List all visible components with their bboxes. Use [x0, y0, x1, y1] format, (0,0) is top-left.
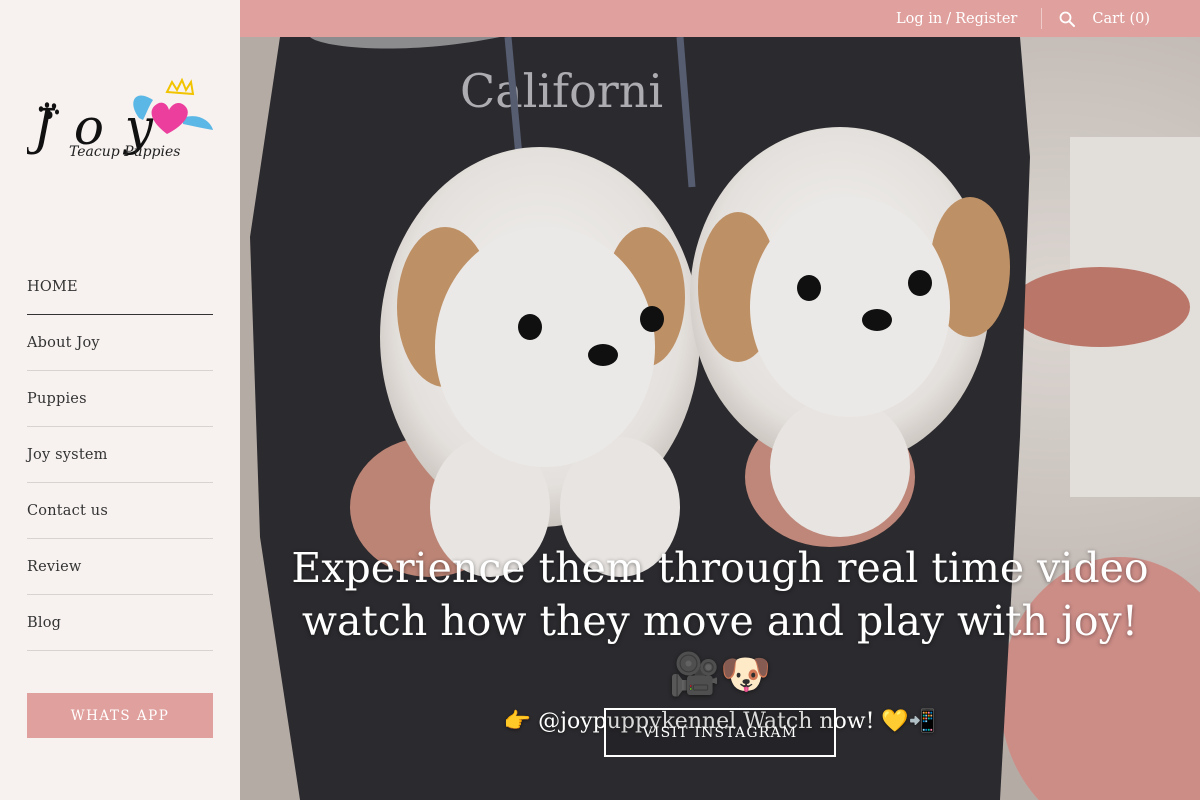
nav-item-contact-us[interactable]: Contact us [27, 483, 213, 539]
nav-item-label: Puppies [27, 390, 87, 407]
login-link[interactable]: Log in [896, 11, 942, 27]
nav-item-home[interactable]: HOME [27, 259, 213, 315]
register-link[interactable]: Register [955, 11, 1017, 27]
account-links: Log in / Register [896, 11, 1017, 27]
hero-title-line2: watch how they move and play with joy! 🎥… [301, 597, 1139, 698]
top-bar: Log in / Register Cart (0) [240, 0, 1200, 37]
nav-item-label: HOME [27, 278, 78, 295]
svg-text:Teacup Puppies: Teacup Puppies [69, 144, 180, 160]
visit-instagram-button[interactable]: VISIT INSTAGRAM [604, 708, 836, 757]
nav-item-label: Review [27, 558, 82, 575]
hero-title-line1: Experience them through real time video [291, 544, 1149, 592]
search-icon[interactable] [1058, 10, 1076, 28]
sidebar: Joy Teacup Puppies HOME About Joy Puppie… [0, 0, 240, 800]
hero-text: Experience them through real time video … [240, 542, 1200, 734]
main-navigation: HOME About Joy Puppies Joy system Contac… [27, 259, 213, 651]
nav-item-about-joy[interactable]: About Joy [27, 315, 213, 371]
hero-title: Experience them through real time video … [240, 542, 1200, 701]
nav-item-label: About Joy [27, 334, 100, 351]
nav-item-puppies[interactable]: Puppies [27, 371, 213, 427]
hero-banner: Californi Experience them through real t… [240, 37, 1200, 800]
nav-item-label: Contact us [27, 502, 108, 519]
nav-item-review[interactable]: Review [27, 539, 213, 595]
whatsapp-button[interactable]: WHATS APP [27, 693, 213, 738]
cart-link[interactable]: Cart (0) [1092, 11, 1150, 27]
nav-item-joy-system[interactable]: Joy system [27, 427, 213, 483]
nav-item-label: Blog [27, 614, 62, 631]
nav-item-label: Joy system [27, 446, 108, 463]
divider [1041, 8, 1043, 29]
joy-teacup-puppies-logo[interactable]: Joy Teacup Puppies [24, 77, 217, 162]
account-separator: / [946, 10, 952, 27]
nav-item-blog[interactable]: Blog [27, 595, 213, 651]
